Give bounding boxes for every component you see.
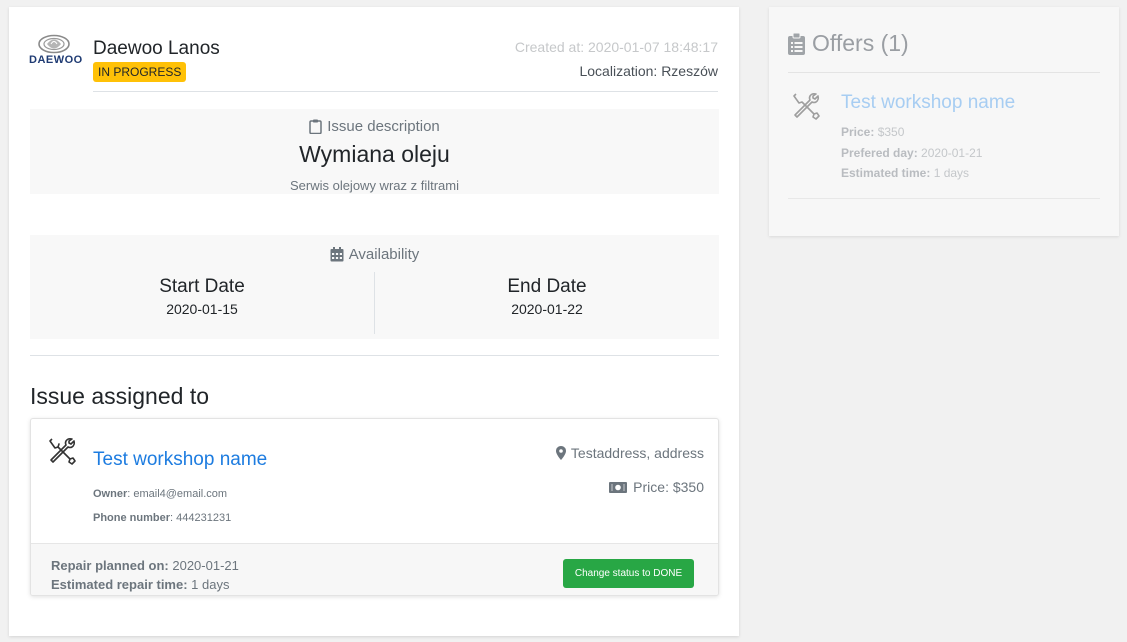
price-text: Price: $350 [633,479,704,495]
owner-value: email4@email.com [133,488,228,500]
end-date-block: End Date 2020-01-22 [375,273,719,335]
map-marker-icon [555,446,566,460]
repair-planned-label: Repair planned on: [51,558,169,573]
calendar-icon [330,247,344,262]
estimated-repair-time: Estimated repair time: 1 days [51,577,229,592]
offer-day-value: 2020-01-21 [921,146,983,160]
change-status-done-button[interactable]: Change status to DONE [563,559,694,588]
section-divider [30,355,719,356]
availability-section: Availability Start Date 2020-01-15 End D… [30,235,719,339]
start-date-value: 2020-01-15 [166,301,238,317]
offer-time-label: Estimated time: [841,166,931,180]
daewoo-wordmark: DAEWOO [29,54,83,66]
clipboard-list-icon [788,32,805,55]
repair-planned: Repair planned on: 2020-01-21 [51,558,239,573]
issue-description-label: Issue description [327,118,440,135]
address: Testaddress, address [555,445,704,461]
assigned-heading: Issue assigned to [30,383,210,409]
offers-divider [788,72,1100,73]
status-badge: IN PROGRESS [93,62,187,82]
issue-description-heading: Issue description [30,118,719,135]
offer-time-value: 1 days [933,166,970,180]
workshop-name-link[interactable]: Test workshop name [93,449,267,471]
end-date-value: 2020-01-22 [511,301,583,317]
phone-label: Phone number [93,512,171,524]
offers-heading-text: Offers (1) [812,30,909,56]
estimated-repair-label: Estimated repair time: [51,577,188,592]
offers-panel: Offers (1) Test workshop name Price: $35… [769,7,1119,236]
phone-value: 444231231 [176,512,232,524]
vehicle-name: Daewoo Lanos [93,38,220,59]
assigned-card-footer: Repair planned on: 2020-01-21 Estimated … [31,543,718,595]
phone-line: Phone number: 444231231 [93,512,232,524]
start-date-label: Start Date [159,276,245,297]
issue-title: Wymiana oleju [299,141,450,167]
assigned-workshop-card: Test workshop name Owner: email4@email.c… [30,418,719,596]
money-bill-icon [609,481,628,493]
estimated-repair-value: 1 days [191,577,230,592]
issue-description-text: Serwis olejowy wraz z filtrami [289,178,460,193]
offer-price-value: $350 [877,125,905,139]
daewoo-logo: DAEWOO [29,34,82,74]
issue-description-section: Issue description Wymiana oleju Serwis o… [30,109,719,194]
offer-workshop-link[interactable]: Test workshop name [841,92,1015,114]
availability-label: Availability [348,246,420,263]
owner-label: Owner [93,488,128,500]
end-date-label: End Date [507,276,587,297]
offers-heading: Offers (1) [788,30,909,57]
issue-details-card: DAEWOO Daewoo Lanos IN PROGRESS Created … [9,7,739,636]
address-text: Testaddress, address [570,445,704,461]
clipboard-icon [309,119,322,134]
offer-price: Price: $350 [841,125,904,139]
tools-icon [49,437,76,465]
repair-planned-value: 2020-01-21 [172,558,239,573]
offers-bottom-divider [788,198,1100,199]
offer-preferred-day: Prefered day: 2020-01-21 [841,146,982,160]
price: Price: $350 [609,479,704,495]
daewoo-emblem-icon [38,34,70,54]
offer-day-label: Prefered day: [841,146,918,160]
offer-tools-icon [793,92,820,120]
offer-estimated-time: Estimated time: 1 days [841,166,969,180]
availability-heading: Availability [30,246,719,263]
offer-price-label: Price: [841,125,875,139]
owner-line: Owner: email4@email.com [93,488,228,500]
header-divider [93,91,718,92]
start-date-block: Start Date 2020-01-15 [30,273,374,335]
localization: Localization: Rzeszów [579,63,718,79]
created-at: Created at: 2020-01-07 18:48:17 [514,39,718,55]
